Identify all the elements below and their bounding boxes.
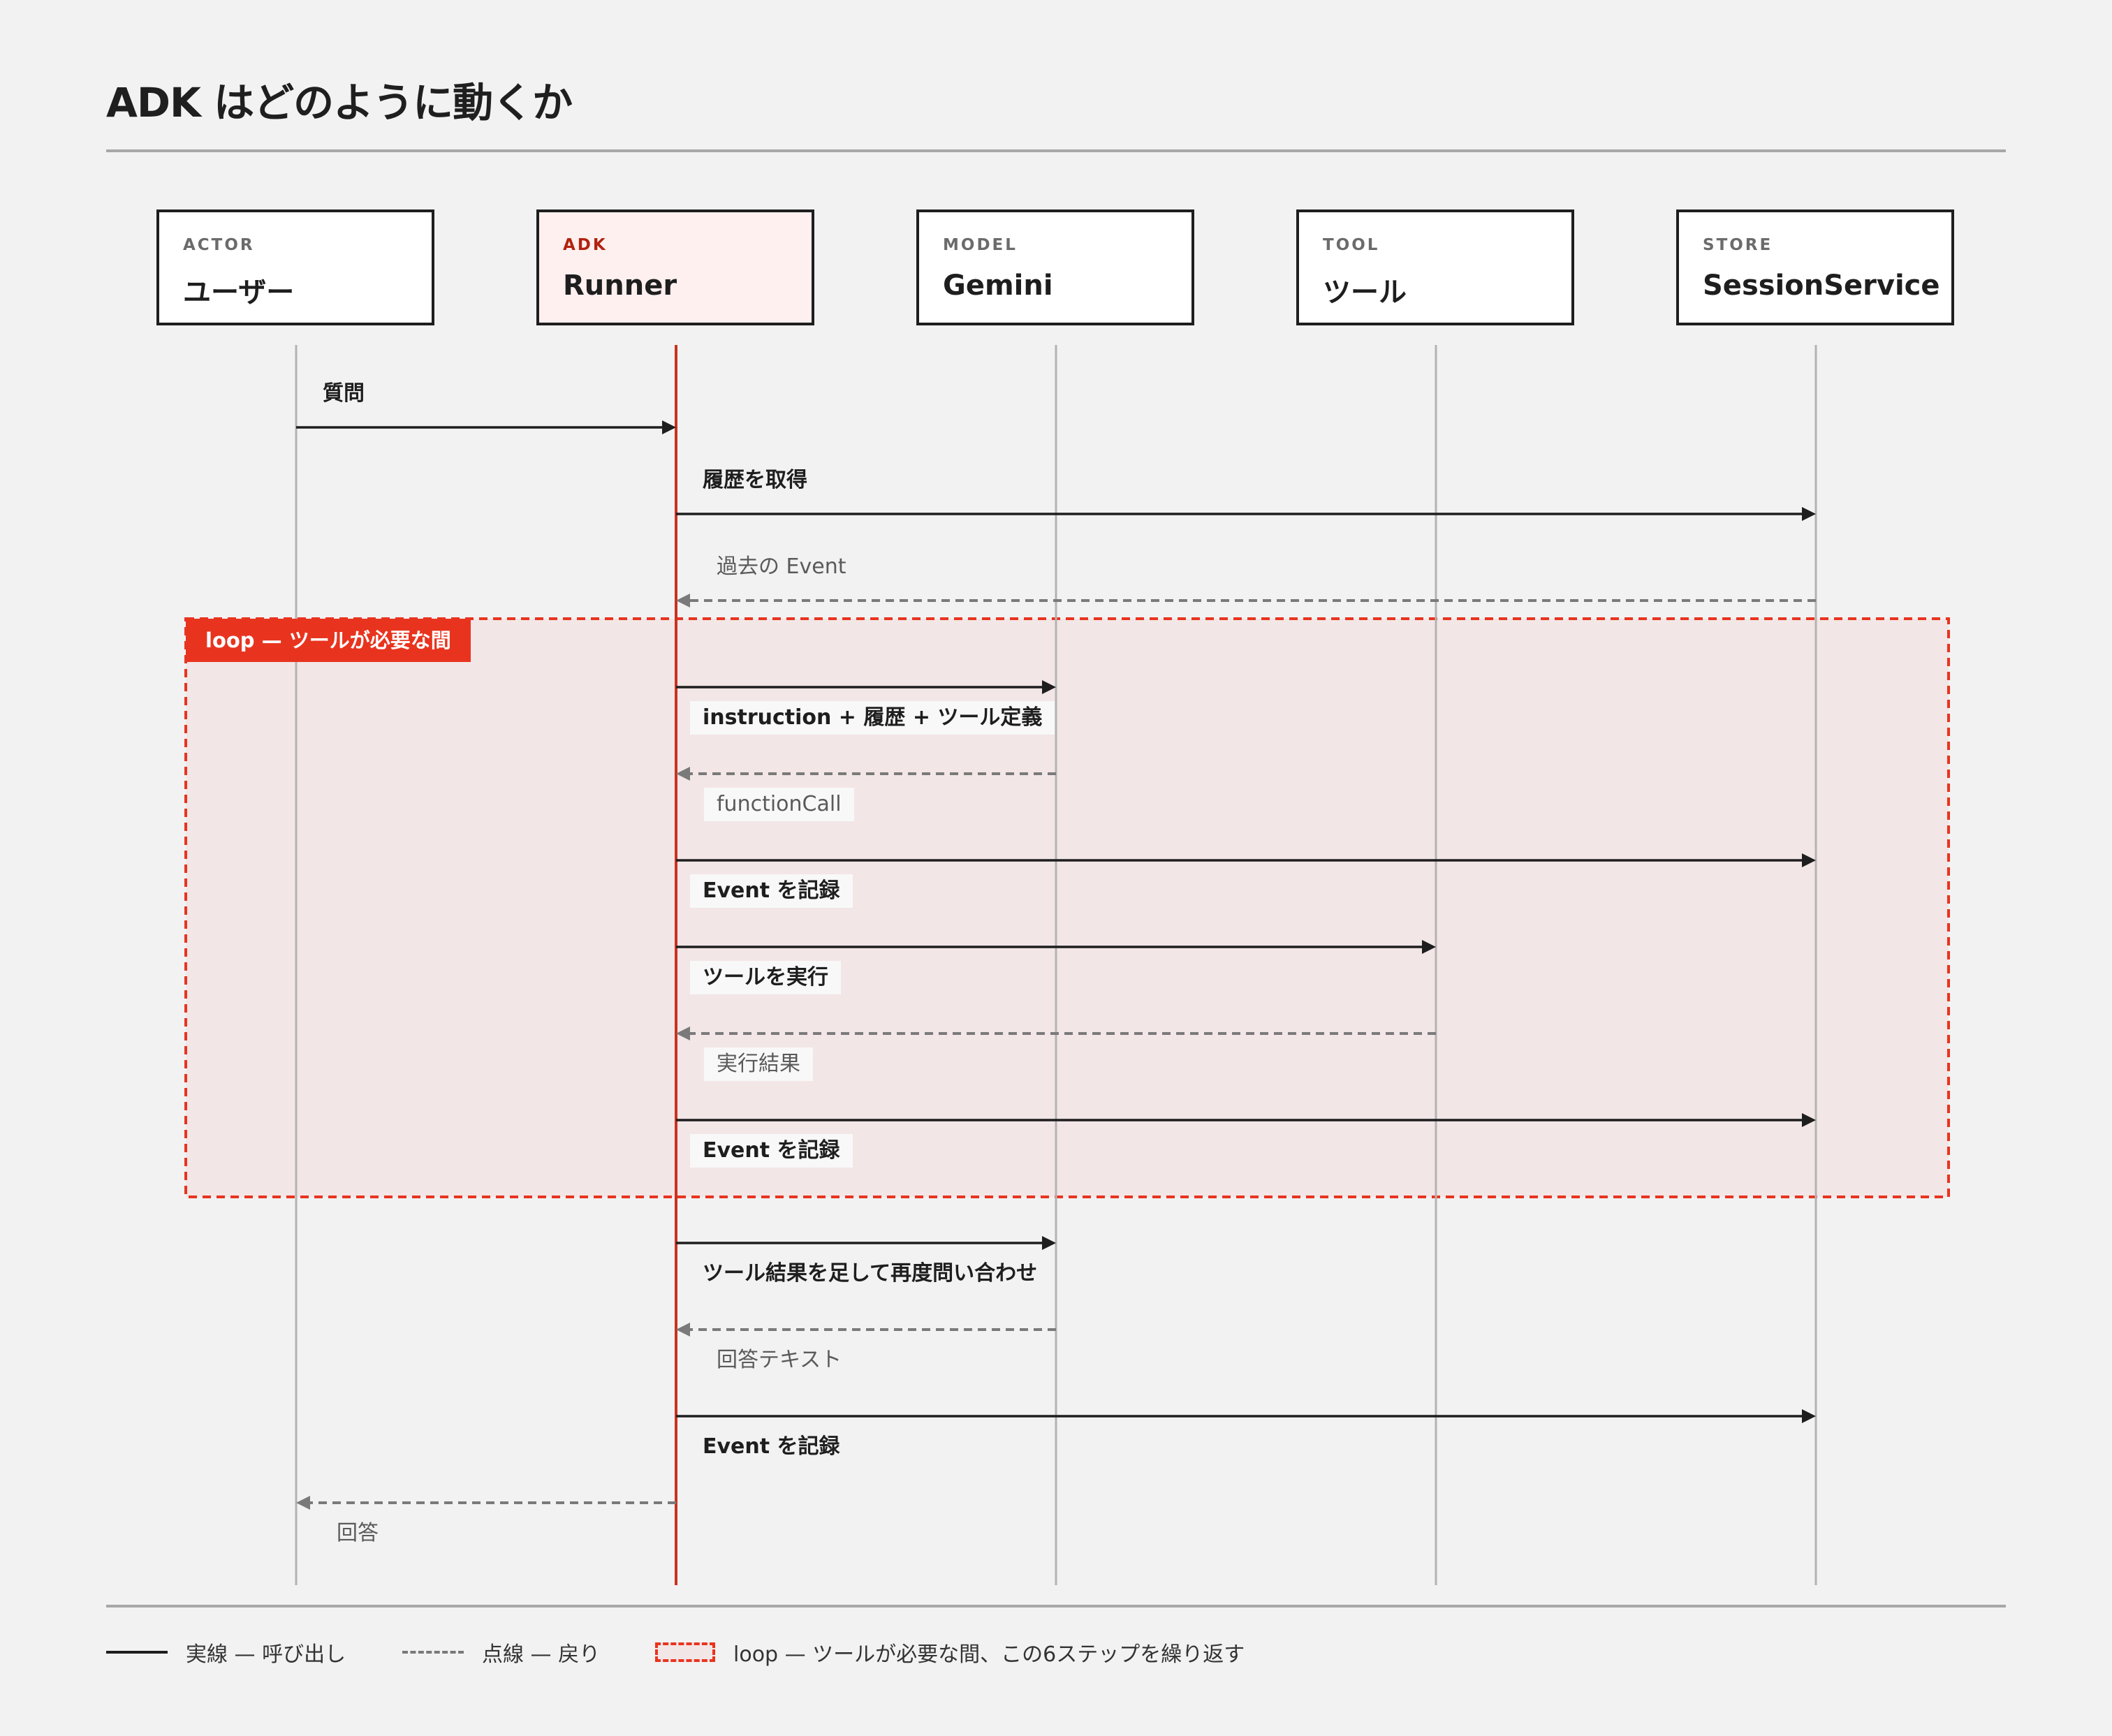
arrowhead (1802, 1409, 1816, 1423)
message-label: Event を記録 (690, 1134, 853, 1168)
legend-label: 点線 — 戻り (482, 1642, 601, 1667)
legend-label: loop — ツールが必要な間、この6ステップを繰り返す (733, 1642, 1245, 1667)
actor-name: Runner (563, 270, 677, 302)
arrowhead (296, 1496, 310, 1510)
legend-item-return: 点線 — 戻り (402, 1631, 600, 1673)
arrowhead (676, 594, 690, 608)
actor-name: ユーザー (183, 277, 295, 309)
page-title: ADK はどのように動くか (106, 79, 573, 126)
actor-name: SessionService (1703, 270, 1940, 302)
message-label: ツールを実行 (690, 961, 841, 994)
top-divider (106, 149, 2006, 152)
solid-line-swatch (106, 1651, 168, 1654)
message-label: 過去の Event (717, 554, 846, 579)
actor-kicker: STORE (1703, 236, 1773, 254)
message-label: functionCall (704, 788, 854, 821)
message-label: 実行結果 (704, 1047, 813, 1081)
loop-frame-swatch (655, 1642, 715, 1662)
legend-item-call: 実線 — 呼び出し (106, 1631, 346, 1673)
actor-name: Gemini (943, 270, 1053, 302)
message-label: 回答テキスト (717, 1348, 842, 1372)
message-label: Event を記録 (703, 1434, 840, 1459)
actor-name: ツール (1323, 277, 1407, 309)
message-label: instruction + 履歴 + ツール定義 (690, 701, 1055, 735)
sequence-diagram-page: ADK はどのように動くか ACTOR ユーザー ADK Runner MODE… (0, 0, 2112, 1736)
actor-box-session-service: STORE SessionService (1676, 209, 1954, 325)
actor-box-gemini: MODEL Gemini (916, 209, 1194, 325)
actor-kicker: MODEL (943, 236, 1018, 254)
bottom-divider (106, 1605, 2006, 1608)
actor-box-runner: ADK Runner (536, 209, 814, 325)
arrowhead (662, 420, 676, 434)
arrowhead (676, 1323, 690, 1337)
message-label: 履歴を取得 (703, 468, 807, 492)
arrowhead (1042, 1236, 1056, 1250)
message-label: 質問 (323, 381, 365, 406)
actor-kicker: TOOL (1323, 236, 1380, 254)
message-label: ツール結果を足して再度問い合わせ (703, 1261, 1038, 1286)
actor-kicker: ADK (563, 236, 608, 254)
message-label: Event を記録 (690, 874, 853, 908)
actor-box-tool: TOOL ツール (1296, 209, 1574, 325)
loop-label: loop — ツールが必要な間 (186, 619, 471, 662)
arrowhead (1802, 507, 1816, 521)
actor-box-user: ACTOR ユーザー (156, 209, 434, 325)
actor-kicker: ACTOR (183, 236, 255, 254)
loop-frame (184, 617, 1950, 1198)
legend-item-loop: loop — ツールが必要な間、この6ステップを繰り返す (655, 1631, 1245, 1673)
dashed-line-swatch (402, 1651, 464, 1654)
legend-label: 実線 — 呼び出し (186, 1642, 346, 1667)
message-label: 回答 (337, 1521, 379, 1545)
